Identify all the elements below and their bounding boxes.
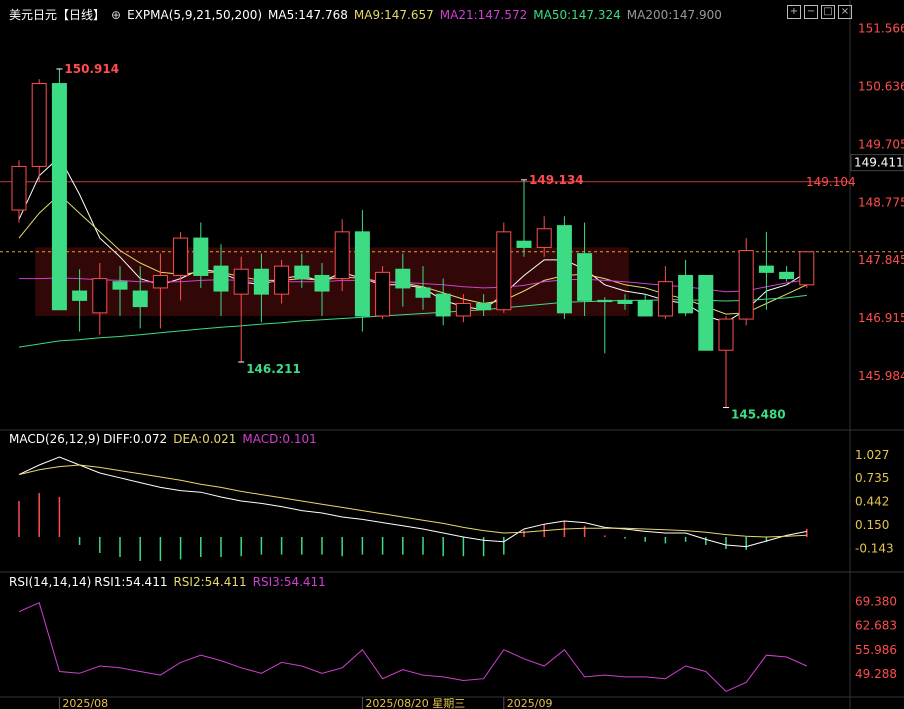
close-icon[interactable]: × <box>838 5 852 19</box>
chart-canvas: 151.566 150.636 149.705 148.775 147.845 146.9… <box>0 0 904 709</box>
indicator-label[interactable]: EXPMA(5,9,21,50,200) <box>127 8 262 22</box>
candle-body[interactable] <box>678 274 694 314</box>
add-indicator-icon[interactable]: ⊕ <box>111 8 121 22</box>
rsi1-value: RSI1:54.411 <box>94 575 168 589</box>
candle-body[interactable] <box>455 303 471 317</box>
candle-body[interactable] <box>92 278 108 314</box>
candle-body[interactable] <box>516 240 532 248</box>
rsi-label[interactable]: RSI(14,14,14) <box>9 575 91 589</box>
candle-body[interactable] <box>415 287 431 298</box>
current-price-label: 149.411 <box>854 156 904 170</box>
grid-plus-icon[interactable]: + <box>787 5 801 19</box>
price-tick-label: 150.636 <box>858 79 904 93</box>
candle-body[interactable] <box>637 299 653 317</box>
candle-body[interactable] <box>112 281 128 290</box>
x-tick-label: 2025/08/20 星期三 <box>365 697 465 709</box>
ma50-value: MA50:147.324 <box>533 8 621 22</box>
macd-legend: MACD(26,12,9) DIFF:0.072 DEA:0.021 MACD:0.1… <box>9 432 323 446</box>
macd-diff: DIFF:0.072 <box>103 432 168 446</box>
macd-tick-label: -0.143 <box>855 541 894 555</box>
price-tick-label: 148.775 <box>858 195 904 209</box>
symbol-label[interactable]: 美元日元 <box>9 8 57 22</box>
candle-body[interactable] <box>597 299 613 303</box>
extreme-label: 145.480 <box>731 408 786 422</box>
candle-body[interactable] <box>233 268 249 295</box>
candle-body[interactable] <box>779 271 795 280</box>
candle-body[interactable] <box>577 253 593 301</box>
candle-body[interactable] <box>536 228 552 248</box>
candle-body[interactable] <box>31 83 47 167</box>
ma200-value: MA200:147.900 <box>626 8 722 22</box>
pane-toolbar: + − □ × <box>787 5 852 19</box>
rsi-tick-label: 55.986 <box>855 643 897 657</box>
candle-body[interactable] <box>294 265 310 280</box>
ma9-value: MA9:147.657 <box>353 8 434 22</box>
rsi-tick-label: 69.380 <box>855 594 897 608</box>
candle-body[interactable] <box>72 290 88 301</box>
price-tick-label: 145.984 <box>858 369 904 383</box>
price-tick-label: 147.845 <box>858 253 904 267</box>
extreme-label: 150.914 <box>64 62 119 76</box>
resistance-label: 149.104 <box>806 175 856 189</box>
price-tick-label: 151.566 <box>858 21 904 35</box>
candle-body[interactable] <box>193 237 209 276</box>
macd-line-dea <box>18 464 807 538</box>
x-tick-label: 2025/08 <box>62 697 108 709</box>
macd-tick-label: 0.735 <box>855 471 889 485</box>
ma5-value: MA5:147.768 <box>268 8 348 22</box>
candle-body[interactable] <box>51 83 67 311</box>
candle-body[interactable] <box>132 290 148 308</box>
main-legend: 美元日元【日线】 ⊕ EXPMA(5,9,21,50,200) MA5:147.768… <box>9 6 728 23</box>
expand-icon[interactable]: □ <box>821 5 835 19</box>
candle-body[interactable] <box>718 318 734 351</box>
candle-body[interactable] <box>698 274 714 351</box>
macd-tick-label: 1.027 <box>855 448 889 462</box>
candle-body[interactable] <box>213 265 229 292</box>
macd-tick-label: 0.442 <box>855 495 889 509</box>
x-tick-label: 2025/09 <box>507 697 553 709</box>
candle-body[interactable] <box>738 250 754 320</box>
rsi3-value: RSI3:54.411 <box>252 575 326 589</box>
candle-body[interactable] <box>496 231 512 311</box>
price-tick-label: 149.705 <box>858 137 904 151</box>
candle-body[interactable] <box>375 271 391 317</box>
grid-minus-icon[interactable]: − <box>804 5 818 19</box>
candle-body[interactable] <box>657 281 673 317</box>
candle-body[interactable] <box>334 231 350 280</box>
candle-body[interactable] <box>617 299 633 304</box>
macd-dea: DEA:0.021 <box>173 432 237 446</box>
price-tick-label: 146.915 <box>858 311 904 325</box>
candle-body[interactable] <box>152 274 168 289</box>
rsi-tick-label: 49.288 <box>855 667 897 681</box>
rsi2-value: RSI2:54.411 <box>173 575 247 589</box>
candle-body[interactable] <box>11 165 27 211</box>
macd-label[interactable]: MACD(26,12,9) <box>9 432 100 446</box>
rsi-line <box>18 602 808 692</box>
macd-line-diff <box>18 456 807 548</box>
rsi-legend: RSI(14,14,14) RSI1:54.411 RSI2:54.411 RSI3:… <box>9 575 332 589</box>
ma21-value: MA21:147.572 <box>439 8 528 22</box>
macd-macd: MACD:0.101 <box>242 432 317 446</box>
candle-body[interactable] <box>354 231 370 317</box>
candle-body[interactable] <box>253 268 269 295</box>
extreme-label: 149.134 <box>529 173 584 187</box>
candle-body[interactable] <box>556 225 572 314</box>
extreme-label: 146.211 <box>246 362 301 376</box>
candle-body[interactable] <box>395 268 411 289</box>
candle-body[interactable] <box>758 265 774 273</box>
period-label[interactable]: 【日线】 <box>57 8 105 22</box>
candle-body[interactable] <box>476 303 492 311</box>
macd-tick-label: 0.150 <box>855 518 889 532</box>
candle-body[interactable] <box>274 265 290 295</box>
candle-body[interactable] <box>799 251 815 286</box>
candle-body[interactable] <box>435 293 451 317</box>
rsi-tick-label: 62.683 <box>855 619 897 633</box>
candle-body[interactable] <box>173 237 189 276</box>
candle-body[interactable] <box>314 274 330 292</box>
